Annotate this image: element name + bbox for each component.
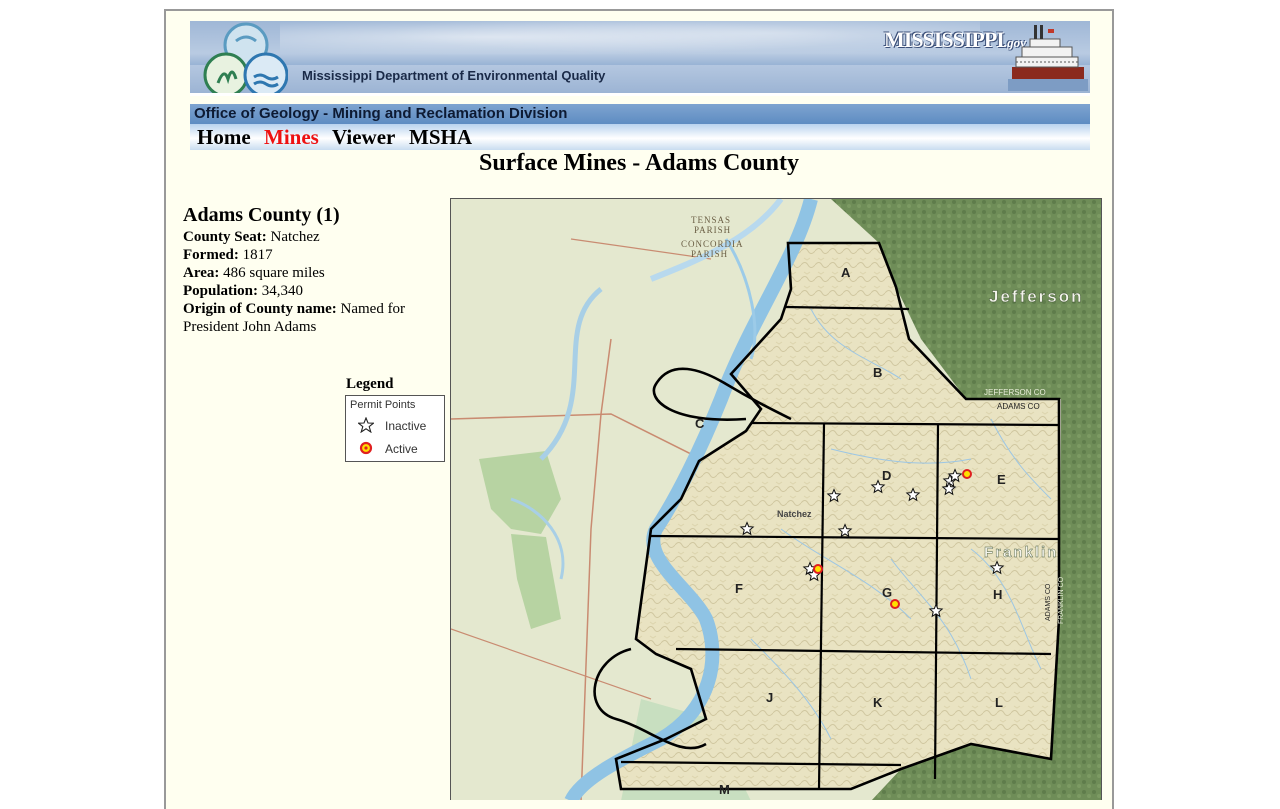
legend-item-active: Active [358,440,444,458]
sky-clouds [280,21,980,61]
mississippi-gov-logo[interactable]: MISSISSIPPI.gov [884,27,1026,53]
area-label: Area: [183,265,220,281]
tensas-label-2: PARISH [694,225,731,235]
county-seat-label: County Seat: [183,229,267,245]
franklin-label: Franklin [984,544,1058,561]
origin-row: Origin of County name: Named for Preside… [183,300,443,336]
section-label-m: M [719,782,730,797]
area-row: Area: 486 square miles [183,264,443,282]
header-banner: Mississippi Department of Environmental … [190,21,1090,96]
active-permit-dot-icon[interactable] [962,469,972,479]
county-heading: Adams County (1) [183,204,340,226]
legend-active-label: Active [385,442,418,456]
jefferson-co-label: JEFFERSON CO [984,388,1046,397]
section-label-k: K [873,695,883,710]
concordia-label-2: PARISH [691,249,728,259]
origin-label: Origin of County name: [183,301,337,317]
nav-msha[interactable]: MSHA [409,125,472,150]
adams-co-label-side: ADAMS CO [1045,583,1052,621]
population-value: 34,340 [261,283,304,299]
section-label-f: F [735,581,743,596]
section-label-j: J [766,690,773,705]
area-value: 486 square miles [223,265,325,281]
county-map-svg[interactable]: ABCD EF G HJ K LM Jefferson Franklin Natchez … [451,199,1102,800]
section-label-d: D [882,468,891,483]
legend-title: Legend [346,376,394,392]
section-label-l: L [995,695,1003,710]
nav-home[interactable]: Home [197,125,251,150]
legend-box: Permit Points Inactive Active [345,395,445,462]
concordia-label-1: CONCORDIA [681,239,744,249]
riverboat-icon [1008,25,1088,91]
main-nav: Home Mines Viewer MSHA [190,124,1090,150]
formed-value: 1817 [242,247,273,263]
section-label-g: G [882,585,892,600]
county-seat-value: Natchez [270,229,320,245]
star-outline-icon [358,417,374,433]
active-dot-icon [359,441,373,455]
formed-row: Formed: 1817 [183,246,443,264]
population-label: Population: [183,283,259,299]
nav-mines[interactable]: Mines [264,125,319,150]
section-label-e: E [997,472,1006,487]
active-permit-dot-icon[interactable] [890,599,900,609]
formed-label: Formed: [183,247,239,263]
mississippi-logo-text: MISSISSIPPI [884,27,1005,52]
page-title: Surface Mines - Adams County [478,150,799,176]
section-label-b: B [873,365,882,380]
population-row: Population: 34,340 [183,282,443,300]
office-bar-label: Office of Geology - Mining and Reclamati… [194,105,568,122]
county-seat-row: County Seat: Natchez [183,228,443,246]
legend-item-inactive: Inactive [358,417,444,435]
tensas-label-1: TENSAS [691,215,731,225]
office-bar: Office of Geology - Mining and Reclamati… [190,104,1090,124]
legend-inactive-label: Inactive [385,419,427,433]
adams-co-label-top: ADAMS CO [997,402,1040,411]
natchez-label: Natchez [777,509,812,519]
legend-group-label: Permit Points [350,399,416,411]
nav-viewer[interactable]: Viewer [332,125,395,150]
county-map[interactable]: ABCDEFGHJKLM Jefferson Franklin Natchez … [450,198,1102,800]
jefferson-label: Jefferson [989,287,1084,306]
mdeq-logo-icon[interactable] [196,21,288,96]
section-label-h: H [993,587,1002,602]
section-label-c: C [695,416,705,431]
county-info-panel: Adams County (1) County Seat: Natchez Fo… [183,204,443,336]
active-permit-dot-icon[interactable] [813,564,823,574]
agency-name: Mississippi Department of Environmental … [302,68,606,83]
section-label-a: A [841,265,851,280]
franklin-co-label: FRANKLIN CO [1058,576,1065,624]
